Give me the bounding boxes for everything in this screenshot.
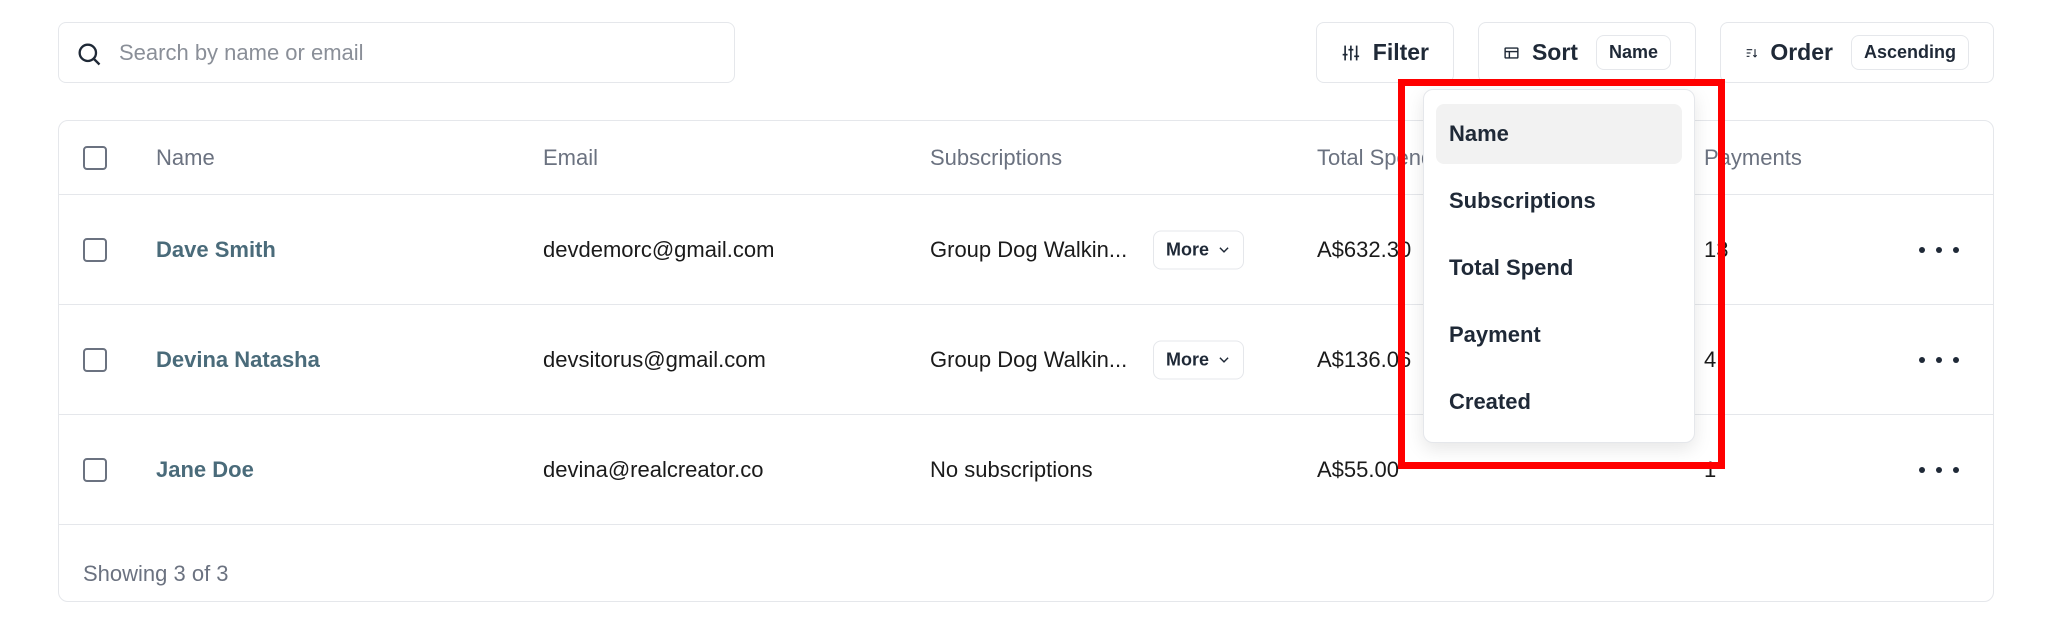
search-icon xyxy=(78,43,101,66)
sort-option-name[interactable]: Name xyxy=(1436,104,1682,164)
select-all-checkbox[interactable] xyxy=(83,145,107,170)
customer-name-link[interactable]: Dave Smith xyxy=(156,237,276,263)
customer-email: devsitorus@gmail.com xyxy=(543,346,766,372)
sort-option-total-spend[interactable]: Total Spend xyxy=(1436,238,1682,298)
customer-subscriptions: No subscriptions xyxy=(930,456,1093,482)
toolbar: Filter Sort Name Order Ascending xyxy=(58,22,1994,83)
order-value-chip: Ascending xyxy=(1850,35,1969,70)
filter-label: Filter xyxy=(1372,39,1429,65)
table-row[interactable]: Devina Natasha devsitorus@gmail.com Grou… xyxy=(59,305,1993,415)
sort-dropdown-menu: Name Subscriptions Total Spend Payment C… xyxy=(1423,89,1695,443)
row-actions-menu-icon[interactable] xyxy=(1919,238,1959,262)
customer-payments: 1 xyxy=(1704,456,1717,482)
customer-total-spend: A$136.06 xyxy=(1317,346,1412,372)
row-actions-menu-icon[interactable] xyxy=(1919,348,1959,372)
table-icon xyxy=(1504,46,1519,59)
customer-payments: 13 xyxy=(1704,236,1729,262)
sliders-icon xyxy=(1342,45,1360,60)
column-header-name[interactable]: Name xyxy=(156,145,215,171)
more-subscriptions-button[interactable]: More xyxy=(1153,230,1245,269)
table-header: Name Email Subscriptions Total Spend Pay… xyxy=(59,121,1993,195)
table-row[interactable]: Dave Smith devdemorc@gmail.com Group Dog… xyxy=(59,195,1993,305)
more-subscriptions-button[interactable]: More xyxy=(1153,340,1245,379)
row-actions-menu-icon[interactable] xyxy=(1919,458,1959,482)
sort-order-icon xyxy=(1746,48,1758,58)
customer-total-spend: A$55.00 xyxy=(1317,456,1399,482)
more-label: More xyxy=(1166,349,1210,369)
sort-option-payment[interactable]: Payment xyxy=(1436,305,1682,365)
pagination-summary: Showing 3 of 3 xyxy=(83,561,229,586)
customer-total-spend: A$632.30 xyxy=(1317,236,1412,262)
column-header-total-spend[interactable]: Total Spend xyxy=(1317,145,1433,171)
search-box[interactable] xyxy=(58,22,735,83)
customer-subscriptions: Group Dog Walkin... xyxy=(930,236,1128,262)
customer-name-link[interactable]: Jane Doe xyxy=(156,457,254,483)
sort-option-subscriptions[interactable]: Subscriptions xyxy=(1436,171,1682,231)
customer-email: devina@realcreator.co xyxy=(543,456,764,482)
customers-table: Name Email Subscriptions Total Spend Pay… xyxy=(58,120,1994,602)
sort-value-chip: Name xyxy=(1595,35,1671,70)
row-checkbox[interactable] xyxy=(83,347,107,372)
customer-payments: 4 xyxy=(1704,346,1717,372)
column-header-email[interactable]: Email xyxy=(543,145,598,171)
sort-option-created[interactable]: Created xyxy=(1436,372,1682,432)
customer-name-link[interactable]: Devina Natasha xyxy=(156,347,320,373)
more-label: More xyxy=(1166,239,1210,259)
column-header-payments[interactable]: Payments xyxy=(1704,145,1802,171)
chevron-down-icon xyxy=(1219,357,1229,363)
customer-email: devdemorc@gmail.com xyxy=(543,236,775,262)
order-button[interactable]: Order Ascending xyxy=(1720,22,1994,83)
search-input[interactable] xyxy=(119,33,719,73)
chevron-down-icon xyxy=(1219,247,1229,253)
column-header-subscriptions[interactable]: Subscriptions xyxy=(930,145,1062,171)
table-row[interactable]: Jane Doe devina@realcreator.co No subscr… xyxy=(59,415,1993,525)
sort-label: Sort xyxy=(1531,39,1578,65)
row-checkbox[interactable] xyxy=(83,457,107,482)
filter-button[interactable]: Filter xyxy=(1316,22,1454,83)
order-label: Order xyxy=(1770,39,1833,65)
sort-button[interactable]: Sort Name xyxy=(1478,22,1696,83)
row-checkbox[interactable] xyxy=(83,237,107,262)
customer-subscriptions: Group Dog Walkin... xyxy=(930,346,1128,372)
